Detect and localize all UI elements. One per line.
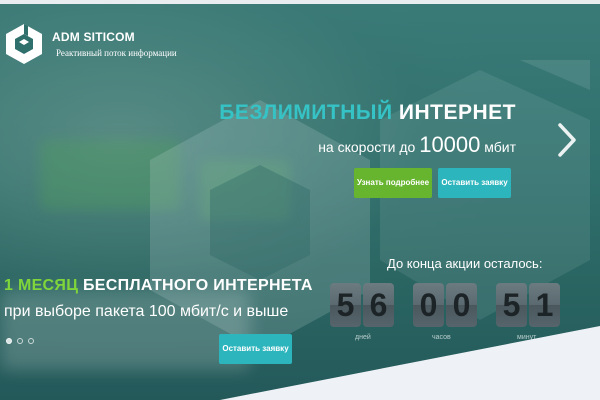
hero-slider: ADM SITICOM Реактивный поток информации … bbox=[0, 0, 600, 400]
top-strip bbox=[0, 0, 600, 4]
brand-name[interactable]: ADM SITICOM bbox=[52, 30, 135, 44]
slider-dot[interactable] bbox=[28, 338, 34, 344]
countdown-digit-days: 5 bbox=[330, 283, 361, 327]
countdown-unit-days: дней bbox=[355, 334, 371, 341]
countdown-digit-minutes: 1 bbox=[529, 283, 560, 327]
promo-subtitle: при выборе пакета 100 мбит/с и выше bbox=[4, 303, 289, 320]
slider-dot[interactable] bbox=[17, 338, 23, 344]
slider-dot[interactable] bbox=[6, 338, 12, 344]
slide-subheadline: на скорости до 10000 мбит bbox=[318, 132, 516, 158]
apply-button[interactable]: Оставить заявку bbox=[438, 168, 511, 198]
promo-title: 1 МЕСЯЦ БЕСПЛАТНОГО ИНТЕРНЕТА bbox=[4, 277, 313, 295]
headline-highlight: БЕЗЛИМИТНЫЙ bbox=[219, 101, 393, 124]
headline-rest: ИНТЕРНЕТ bbox=[398, 101, 516, 124]
promo-highlight: 1 МЕСЯЦ bbox=[4, 277, 79, 294]
promo-title-rest: БЕСПЛАТНОГО ИНТЕРНЕТА bbox=[82, 277, 313, 294]
countdown-title: До конца акции осталось: bbox=[387, 256, 543, 271]
countdown-digit-hours: 0 bbox=[446, 283, 477, 327]
countdown-unit-minutes: минут bbox=[517, 334, 537, 341]
countdown-digit-days: 6 bbox=[363, 283, 394, 327]
learn-more-button[interactable]: Узнать подробнее bbox=[354, 168, 432, 198]
chevron-right-icon[interactable] bbox=[555, 122, 579, 158]
slide-headline: БЕЗЛИМИТНЫЙ ИНТЕРНЕТ bbox=[219, 101, 516, 125]
cube-logo-icon[interactable] bbox=[4, 22, 44, 66]
slider-dots bbox=[6, 338, 34, 344]
speed-value: 10000 bbox=[419, 132, 481, 157]
countdown-digit-minutes: 5 bbox=[496, 283, 527, 327]
bottom-wave-shape bbox=[220, 326, 600, 400]
countdown-unit-hours: часов bbox=[432, 334, 451, 341]
brand-tagline: Реактивный поток информации bbox=[56, 48, 177, 58]
apply-button[interactable]: Оставить заявку bbox=[219, 334, 292, 364]
subheadline-prefix: на скорости до bbox=[318, 139, 416, 155]
speed-unit: мбит bbox=[484, 139, 516, 155]
countdown-digit-hours: 0 bbox=[413, 283, 444, 327]
